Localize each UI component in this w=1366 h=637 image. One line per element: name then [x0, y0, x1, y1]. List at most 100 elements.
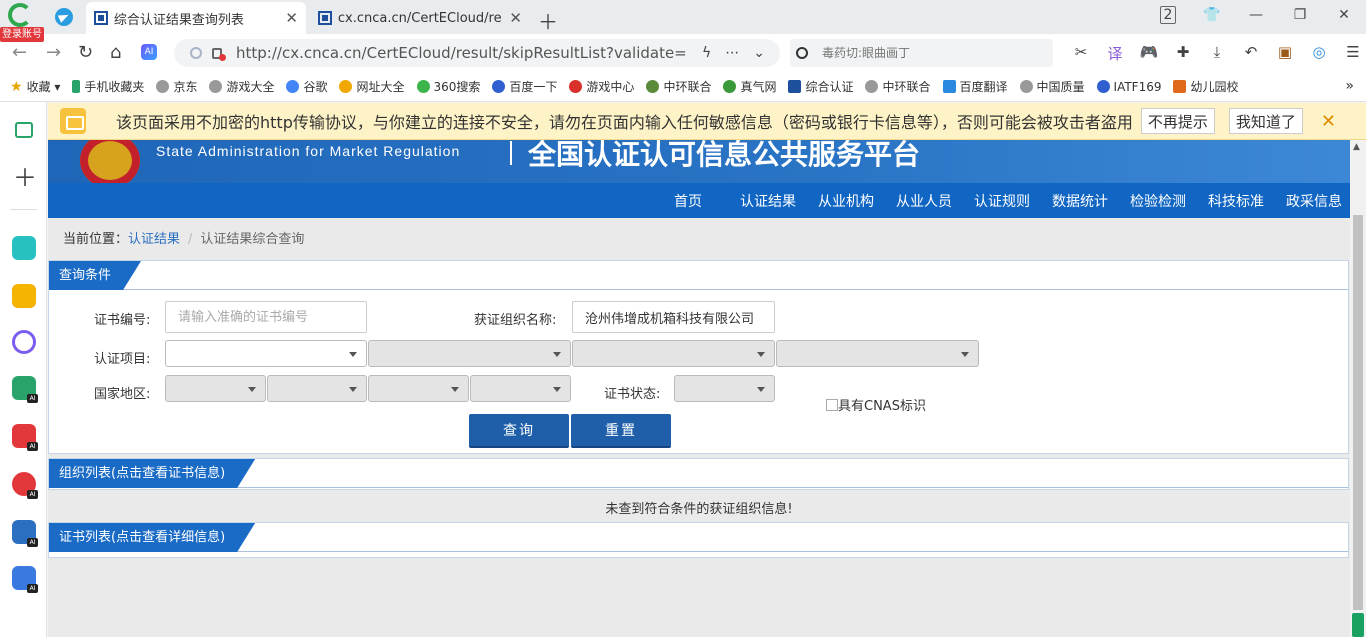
sidebar-home-icon[interactable]	[15, 122, 33, 138]
tab-close-icon[interactable]: ✕	[509, 9, 522, 27]
restore-icon[interactable]: ❐	[1278, 7, 1322, 23]
telegram-icon[interactable]	[55, 8, 73, 26]
bookmark-item[interactable]: 手机收藏夹	[72, 78, 144, 95]
sidebar-image-ai-icon[interactable]: AI	[12, 376, 38, 403]
region-select-2[interactable]	[267, 375, 367, 402]
breadcrumb-current: 认证结果综合查询	[200, 232, 305, 247]
project-select-3[interactable]	[572, 340, 775, 367]
bookmark-item[interactable]: 游戏中心	[569, 78, 634, 95]
dont-remind-button[interactable]: 不再提示	[1140, 108, 1215, 134]
page-scrollbar[interactable]: ▲	[1350, 140, 1366, 637]
tab-count-icon[interactable]: 2	[1146, 6, 1190, 24]
ai-icon[interactable]: AI	[141, 44, 157, 60]
more-dots-icon[interactable]: ⋯	[725, 45, 739, 61]
sidebar-video-ai-icon[interactable]: AI	[12, 472, 38, 499]
menu-icon[interactable]: ☰	[1336, 43, 1366, 64]
bookmarks-more-icon[interactable]: »	[1345, 78, 1354, 94]
scissors-icon[interactable]: ✂	[1064, 43, 1098, 64]
home-icon[interactable]: ⌂	[110, 42, 121, 63]
sidebar-ai-icon[interactable]	[12, 330, 36, 354]
site-info-icon[interactable]	[190, 47, 202, 59]
bookmark-item[interactable]: 网址大全	[339, 78, 405, 95]
reload-icon[interactable]: ↻	[78, 42, 93, 63]
nav-home[interactable]: 首页	[660, 191, 710, 211]
url-text[interactable]: http://cx.cnca.cn/CertECloud/result/skip…	[236, 44, 688, 62]
status-select[interactable]	[674, 375, 775, 402]
bookmark-item[interactable]: 谷歌	[286, 78, 327, 95]
bookmark-item[interactable]: 幼儿园校	[1173, 78, 1239, 95]
nav-standards[interactable]: 科技标准	[1194, 191, 1272, 211]
bookmark-item[interactable]: 中环联合	[646, 78, 711, 95]
region-select-3[interactable]	[368, 375, 469, 402]
bookmark-item[interactable]: 综合认证	[788, 78, 853, 95]
search-input[interactable]	[822, 46, 1042, 60]
nav-rules[interactable]: 认证规则	[960, 191, 1038, 211]
cert-no-input[interactable]	[165, 301, 367, 333]
bookmark-item[interactable]: 中国质量	[1019, 78, 1085, 95]
nav-statistics[interactable]: 数据统计	[1038, 191, 1116, 211]
bookmark-item[interactable]: 百度翻译	[942, 78, 1008, 95]
edge-icon[interactable]: ◎	[1302, 43, 1336, 64]
briefcase-icon[interactable]: ▣	[1268, 43, 1302, 64]
tab-title: cx.cnca.cn/CertECloud/resul	[337, 10, 502, 26]
download-icon[interactable]: ⤓	[1200, 43, 1234, 64]
sidebar-write-ai-icon[interactable]: AI	[12, 520, 38, 547]
search-box[interactable]	[790, 39, 1053, 67]
nav-personnel[interactable]: 从业人员	[882, 191, 960, 211]
nav-inspection[interactable]: 检验检测	[1116, 191, 1194, 211]
scrollbar-thumb[interactable]	[1353, 215, 1363, 610]
insecure-lock-icon[interactable]	[212, 47, 226, 61]
sidebar-pdf-ai-icon[interactable]: AI	[12, 424, 38, 451]
got-it-button[interactable]: 我知道了	[1228, 108, 1303, 134]
back-icon[interactable]: ←	[12, 42, 27, 63]
url-bar[interactable]: http://cx.cnca.cn/CertECloud/result/skip…	[174, 39, 780, 67]
bookmark-item[interactable]: 游戏大全	[209, 78, 274, 95]
search360-icon	[416, 80, 430, 93]
nav-procurement[interactable]: 政采信息	[1272, 191, 1350, 211]
bookmark-item[interactable]: IATF169	[1096, 80, 1161, 94]
bookmark-item[interactable]: 360搜索	[416, 78, 480, 95]
reset-button[interactable]: 重置	[571, 414, 671, 448]
project-select-4[interactable]	[776, 340, 979, 367]
sidebar-star-icon[interactable]	[12, 284, 36, 308]
sidebar-add-icon[interactable]: ＋	[13, 166, 37, 190]
breadcrumb-link[interactable]: 认证结果	[128, 232, 180, 247]
cnas-option[interactable]: 具有CNAS标识	[826, 389, 926, 424]
close-window-icon[interactable]: ✕	[1322, 7, 1366, 23]
org-name-input[interactable]	[572, 301, 775, 333]
bookmark-item[interactable]: 百度一下	[492, 78, 557, 95]
scroll-up-icon[interactable]: ▲	[1353, 142, 1360, 152]
tab-close-icon[interactable]: ✕	[285, 9, 298, 27]
minimize-icon[interactable]: —	[1234, 7, 1278, 23]
bookmark-item[interactable]: 真气网	[723, 78, 776, 95]
undo-icon[interactable]: ↶	[1234, 43, 1268, 64]
login-badge[interactable]: 登录账号	[0, 27, 44, 42]
shirt-icon[interactable]: 👕	[1190, 7, 1234, 23]
game-icon[interactable]: 🎮	[1132, 43, 1166, 64]
browser-tabbar: 登录账号 综合认证结果查询列表 ✕ cx.cnca.cn/CertECloud/…	[0, 0, 1366, 42]
extensions-icon[interactable]: ✚	[1166, 43, 1200, 64]
warning-close-icon[interactable]: ✕	[1321, 111, 1336, 132]
search-button[interactable]: 查询	[469, 414, 569, 448]
tab-result-list[interactable]: 综合认证结果查询列表 ✕	[86, 2, 306, 34]
bookmark-item[interactable]: 京东	[156, 78, 197, 95]
chevron-down-icon[interactable]: ⌄	[753, 45, 765, 61]
scroll-helper-icon[interactable]	[1352, 613, 1364, 637]
nav-institutions[interactable]: 从业机构	[804, 191, 882, 211]
lightning-icon[interactable]: ϟ	[702, 45, 711, 61]
project-select-2[interactable]	[368, 340, 571, 367]
forward-icon[interactable]: →	[46, 42, 61, 63]
new-tab-icon[interactable]: ＋	[538, 6, 558, 35]
region-select-1[interactable]	[165, 375, 266, 402]
bookmark-favorites[interactable]: ★ 收藏 ▾	[10, 78, 60, 95]
tab-cnca[interactable]: cx.cnca.cn/CertECloud/resul ✕	[310, 2, 530, 34]
cnas-checkbox[interactable]	[826, 399, 838, 411]
bookmark-item[interactable]: 中环联合	[865, 78, 931, 95]
translate-icon	[942, 80, 956, 93]
sidebar-doc-ai-icon[interactable]: AI	[12, 566, 38, 593]
translate-icon[interactable]: 译	[1098, 43, 1132, 64]
sidebar-plus-app-icon[interactable]	[12, 236, 36, 260]
nav-cert-result[interactable]: 认证结果	[726, 191, 804, 211]
region-select-4[interactable]	[470, 375, 571, 402]
project-select-1[interactable]	[165, 340, 367, 367]
